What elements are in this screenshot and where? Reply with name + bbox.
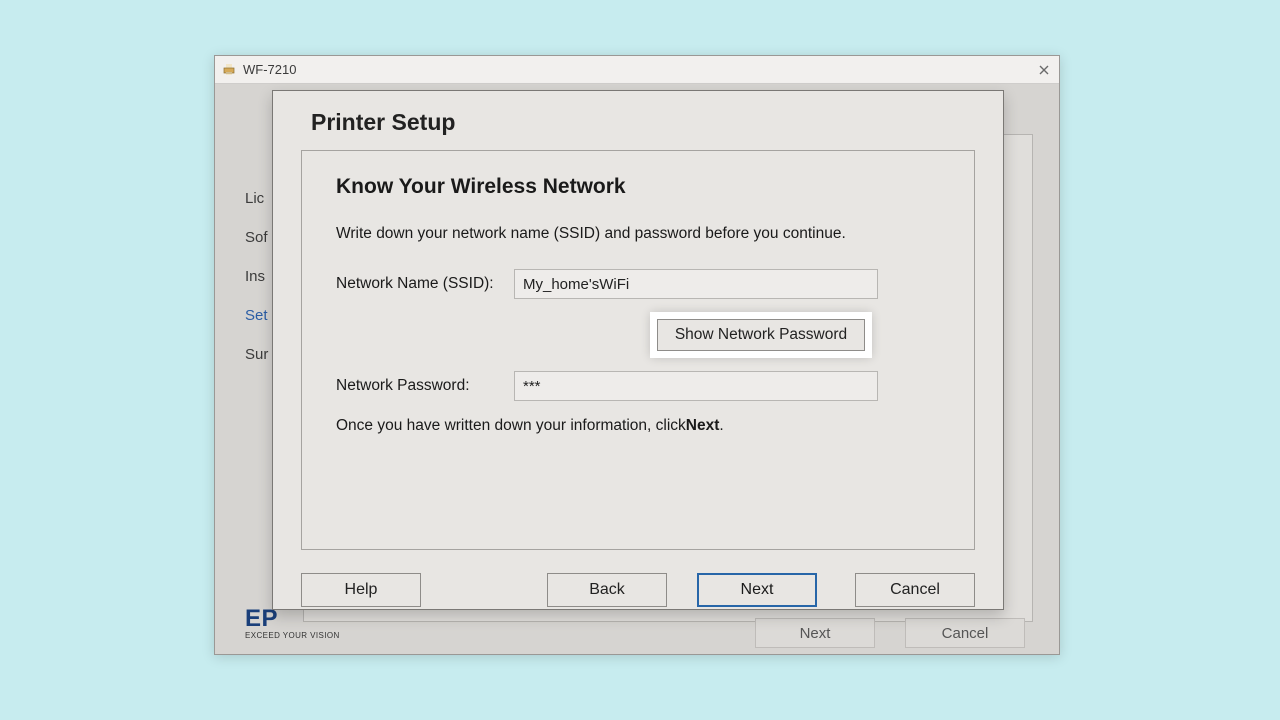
brand-tagline: EXCEED YOUR VISION — [245, 631, 340, 640]
ssid-input[interactable] — [514, 269, 878, 299]
window-title: WF-7210 — [243, 62, 296, 77]
brand: EP EXCEED YOUR VISION — [245, 607, 340, 640]
outer-cancel-button[interactable]: Cancel — [905, 618, 1025, 648]
brand-logo: EP — [245, 607, 340, 631]
password-row: Network Password: — [336, 371, 940, 401]
cancel-button[interactable]: Cancel — [855, 573, 975, 607]
close-icon[interactable] — [1035, 61, 1053, 79]
ssid-label: Network Name (SSID): — [336, 275, 514, 293]
ssid-row: Network Name (SSID): — [336, 269, 940, 299]
outer-next-button[interactable]: Next — [755, 618, 875, 648]
dialog-heading: Printer Setup — [311, 109, 975, 136]
panel-subtitle: Know Your Wireless Network — [336, 175, 940, 199]
dialog-panel: Know Your Wireless Network Write down yo… — [301, 150, 975, 550]
show-network-password-button[interactable]: Show Network Password — [657, 319, 865, 351]
show-password-row: Show Network Password — [651, 313, 940, 357]
show-password-highlight: Show Network Password — [651, 313, 871, 357]
dialog-nav: Help Back Next Cancel — [301, 573, 975, 607]
outer-nav: Next Cancel — [755, 618, 1025, 648]
printer-icon — [221, 62, 237, 78]
printer-setup-dialog: Printer Setup Know Your Wireless Network… — [272, 90, 1004, 610]
after-text-1: Once you have written down your informat… — [336, 417, 686, 435]
titlebar: WF-7210 — [215, 56, 1059, 84]
password-input[interactable] — [514, 371, 878, 401]
after-bold: Next — [686, 417, 720, 435]
next-button[interactable]: Next — [697, 573, 817, 607]
instruction-text: Write down your network name (SSID) and … — [336, 225, 940, 243]
help-button[interactable]: Help — [301, 573, 421, 607]
after-text-2: . — [719, 417, 723, 435]
after-instruction: Once you have written down your informat… — [336, 417, 940, 435]
password-label: Network Password: — [336, 377, 514, 395]
back-button[interactable]: Back — [547, 573, 667, 607]
